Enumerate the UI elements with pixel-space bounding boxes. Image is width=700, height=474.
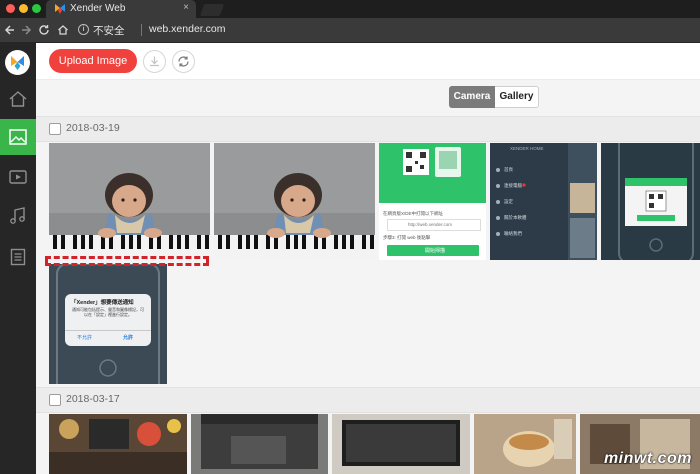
home-icon	[58, 25, 68, 35]
action-bar: Upload Image	[36, 43, 700, 80]
photo-thumbnail[interactable]: 在網頁版X/DE中打開以下網址 http://web.xender.com 步驟…	[379, 143, 486, 260]
xender-favicon-icon	[55, 4, 65, 14]
date-label: 2018-03-17	[66, 393, 120, 405]
connect-notice: 在網頁版X/DE中打開以下網址	[383, 211, 444, 216]
date-group-header: 2018-03-19	[36, 116, 700, 142]
photo-thumbnail[interactable]	[49, 414, 187, 474]
maximize-window-button[interactable]	[32, 4, 41, 13]
dialog-allow-button: 允許	[123, 335, 134, 341]
monitor-image	[332, 414, 470, 474]
document-icon	[10, 248, 26, 266]
dialog-deny-button: 不允許	[77, 335, 93, 341]
info-icon[interactable]: i	[78, 24, 89, 35]
watermark: minwt.com	[603, 450, 692, 467]
dialog-divider	[65, 330, 151, 331]
reload-button[interactable]	[37, 22, 51, 38]
sidebar-item-videos[interactable]	[0, 159, 36, 195]
baby-piano-image	[49, 143, 210, 260]
back-button[interactable]	[3, 22, 17, 38]
laptop-keyboard-image	[191, 414, 328, 474]
qr-code-image	[403, 147, 461, 177]
baby-piano-image	[214, 143, 375, 260]
url-text[interactable]: web.xender.com	[149, 23, 225, 35]
tab-title: Xender Web	[70, 3, 126, 14]
sidebar-item-home[interactable]	[0, 81, 36, 117]
desk-items-image	[49, 414, 187, 474]
menu-item: 關於本軟體	[504, 215, 527, 220]
photo-thumbnail[interactable]: XENDER HOME 首頁 連接電腦 設定 關於本軟體 聯絡我們	[490, 143, 597, 260]
close-window-button[interactable]	[6, 4, 15, 13]
photo-thumbnail[interactable]	[49, 143, 210, 260]
menu-item: 聯絡我們	[504, 231, 522, 236]
download-button[interactable]	[143, 50, 166, 73]
date-label: 2018-03-19	[66, 122, 120, 134]
reload-icon	[39, 25, 49, 35]
photo-thumbnail[interactable]	[191, 414, 328, 474]
connect-url-box: http://web.xender.com	[387, 219, 481, 231]
photo-thumbnail[interactable]	[332, 414, 470, 474]
menu-item: 首頁	[504, 167, 513, 172]
sidebar-item-music[interactable]	[0, 198, 36, 234]
window-titlebar: Xender Web ×	[0, 0, 700, 18]
photo-thumbnail[interactable]	[601, 143, 700, 260]
connect-start-button: 開始掃描	[387, 245, 479, 256]
sidebar-item-files[interactable]	[0, 239, 36, 275]
music-icon	[10, 207, 25, 224]
browser-toolbar: i 不安全 web.xender.com	[0, 18, 700, 43]
new-tab-button[interactable]	[199, 4, 225, 16]
photo-thumbnail[interactable]: 「Xender」想要傳送通知 通知可能包括提示、聲音和圖像標記，可以在「設定」裡…	[49, 264, 167, 384]
refresh-button[interactable]	[172, 50, 195, 73]
dialog-body: 通知可能包括提示、聲音和圖像標記，可以在「設定」裡進行設定。	[72, 307, 144, 317]
menu-item: 連接電腦	[504, 183, 522, 188]
download-icon	[150, 56, 159, 67]
home-icon	[9, 91, 27, 107]
date-group-header: 2018-03-17	[36, 387, 700, 413]
xender-logo-icon	[5, 50, 30, 75]
address-bar[interactable]: i 不安全 web.xender.com	[78, 21, 696, 39]
select-date-checkbox[interactable]	[49, 394, 61, 406]
sidebar-item-photos[interactable]	[0, 119, 36, 155]
selection-highlight	[45, 256, 209, 266]
dialog-title: 「Xender」想要傳送通知	[71, 300, 134, 306]
refresh-icon	[178, 56, 189, 67]
photo-icon	[9, 129, 27, 145]
tab-gallery[interactable]: Gallery	[495, 86, 539, 108]
app-sidebar	[0, 43, 36, 474]
video-icon	[9, 170, 27, 184]
connect-url: http://web.xender.com	[408, 222, 453, 227]
menu-item: 設定	[504, 199, 513, 204]
notification-dialog: 「Xender」想要傳送通知 通知可能包括提示、聲音和圖像標記，可以在「設定」裡…	[65, 294, 151, 346]
upload-image-button[interactable]: Upload Image	[49, 49, 137, 73]
home-button[interactable]	[56, 22, 70, 38]
minimize-window-button[interactable]	[19, 4, 28, 13]
forward-button[interactable]	[19, 22, 33, 38]
security-label: 不安全	[93, 25, 125, 37]
tab-camera[interactable]: Camera	[449, 86, 495, 108]
photo-thumbnail[interactable]	[474, 414, 576, 474]
select-date-checkbox[interactable]	[49, 123, 61, 135]
phone-qr-image	[618, 143, 694, 260]
connect-start-label: 開始掃描	[425, 248, 446, 254]
arrow-right-icon	[22, 25, 32, 35]
tab-close-icon[interactable]: ×	[183, 2, 189, 13]
connect-hint: 步驟3: 打開 web 後點擊	[383, 235, 431, 240]
url-divider	[141, 24, 142, 36]
browser-tab-active[interactable]: Xender Web ×	[46, 0, 196, 18]
food-bowl-image	[474, 414, 576, 474]
arrow-left-icon	[4, 25, 14, 35]
photo-thumbnail[interactable]	[214, 143, 375, 260]
xender-logo[interactable]	[5, 50, 30, 75]
